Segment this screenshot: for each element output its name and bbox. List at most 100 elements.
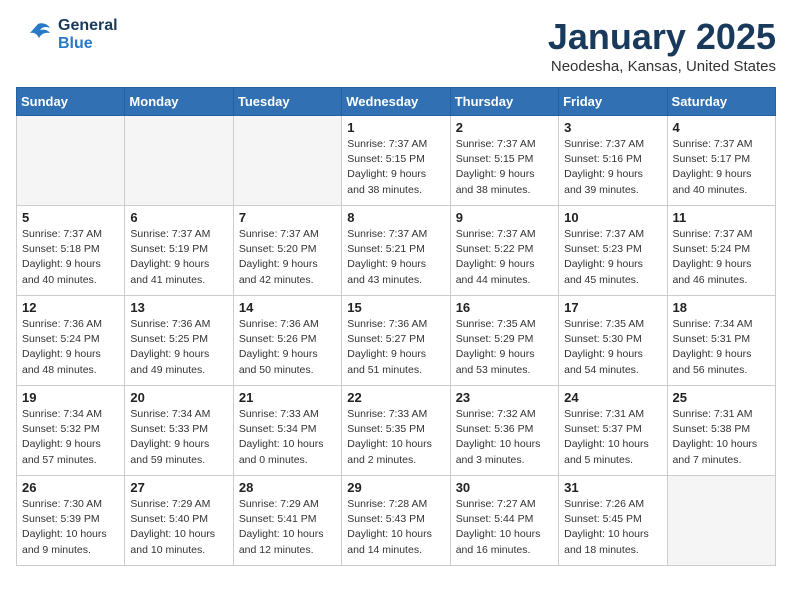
day-number: 12 bbox=[22, 300, 119, 315]
day-info: Sunrise: 7:37 AM Sunset: 5:15 PM Dayligh… bbox=[347, 137, 444, 198]
day-cell-25: 25 Sunrise: 7:31 AM Sunset: 5:38 PM Dayli… bbox=[667, 386, 775, 476]
day-number: 1 bbox=[347, 120, 444, 135]
page-header: General Blue January 2025 Neodesha, Kans… bbox=[16, 16, 776, 75]
day-number: 10 bbox=[564, 210, 661, 225]
day-info: Sunrise: 7:28 AM Sunset: 5:43 PM Dayligh… bbox=[347, 497, 444, 558]
day-number: 22 bbox=[347, 390, 444, 405]
day-number: 6 bbox=[130, 210, 227, 225]
day-number: 3 bbox=[564, 120, 661, 135]
weekday-header-sunday: Sunday bbox=[17, 88, 125, 116]
day-cell-18: 18Sunrise: 7:34 AM Sunset: 5:31 PM Dayli… bbox=[667, 296, 775, 386]
day-cell-1: 1 Sunrise: 7:37 AM Sunset: 5:15 PM Daylig… bbox=[342, 116, 450, 206]
logo-icon bbox=[16, 16, 54, 54]
day-number: 16 bbox=[456, 300, 553, 315]
day-cell-4: 4 Sunrise: 7:37 AM Sunset: 5:17 PM Daylig… bbox=[667, 116, 775, 206]
day-info: Sunrise: 7:35 AM Sunset: 5:29 PM Dayligh… bbox=[456, 317, 553, 378]
day-number: 7 bbox=[239, 210, 336, 225]
day-number: 14 bbox=[239, 300, 336, 315]
day-number: 2 bbox=[456, 120, 553, 135]
weekday-header-saturday: Saturday bbox=[667, 88, 775, 116]
day-info: Sunrise: 7:34 AM Sunset: 5:31 PM Dayligh… bbox=[673, 317, 770, 378]
day-info: Sunrise: 7:33 AM Sunset: 5:34 PM Dayligh… bbox=[239, 407, 336, 468]
day-number: 15 bbox=[347, 300, 444, 315]
day-number: 4 bbox=[673, 120, 770, 135]
day-cell-20: 20Sunrise: 7:34 AM Sunset: 5:33 PM Dayli… bbox=[125, 386, 233, 476]
day-cell-5: 5 Sunrise: 7:37 AM Sunset: 5:18 PM Daylig… bbox=[17, 206, 125, 296]
calendar-subtitle: Neodesha, Kansas, United States bbox=[548, 58, 776, 75]
day-cell-8: 8 Sunrise: 7:37 AM Sunset: 5:21 PM Daylig… bbox=[342, 206, 450, 296]
day-cell-6: 6 Sunrise: 7:37 AM Sunset: 5:19 PM Daylig… bbox=[125, 206, 233, 296]
day-number: 28 bbox=[239, 480, 336, 495]
day-number: 9 bbox=[456, 210, 553, 225]
day-cell-9: 9 Sunrise: 7:37 AM Sunset: 5:22 PM Daylig… bbox=[450, 206, 558, 296]
day-info: Sunrise: 7:36 AM Sunset: 5:25 PM Dayligh… bbox=[130, 317, 227, 378]
day-number: 24 bbox=[564, 390, 661, 405]
day-info: Sunrise: 7:31 AM Sunset: 5:37 PM Dayligh… bbox=[564, 407, 661, 468]
day-number: 13 bbox=[130, 300, 227, 315]
week-row-2: 5 Sunrise: 7:37 AM Sunset: 5:18 PM Daylig… bbox=[17, 206, 776, 296]
calendar-body: 1 Sunrise: 7:37 AM Sunset: 5:15 PM Daylig… bbox=[17, 116, 776, 566]
day-number: 5 bbox=[22, 210, 119, 225]
day-number: 30 bbox=[456, 480, 553, 495]
day-info: Sunrise: 7:33 AM Sunset: 5:35 PM Dayligh… bbox=[347, 407, 444, 468]
day-number: 26 bbox=[22, 480, 119, 495]
weekday-header-friday: Friday bbox=[559, 88, 667, 116]
day-info: Sunrise: 7:37 AM Sunset: 5:23 PM Dayligh… bbox=[564, 227, 661, 288]
calendar-header: SundayMondayTuesdayWednesdayThursdayFrid… bbox=[17, 88, 776, 116]
day-cell-23: 23 Sunrise: 7:32 AM Sunset: 5:36 PM Dayli… bbox=[450, 386, 558, 476]
logo-label: General Blue bbox=[58, 17, 118, 52]
day-cell-13: 13 Sunrise: 7:36 AM Sunset: 5:25 PM Dayli… bbox=[125, 296, 233, 386]
day-info: Sunrise: 7:37 AM Sunset: 5:17 PM Dayligh… bbox=[673, 137, 770, 198]
day-cell-31: 31Sunrise: 7:26 AM Sunset: 5:45 PM Dayli… bbox=[559, 476, 667, 566]
weekday-header-row: SundayMondayTuesdayWednesdayThursdayFrid… bbox=[17, 88, 776, 116]
day-cell-17: 17Sunrise: 7:35 AM Sunset: 5:30 PM Dayli… bbox=[559, 296, 667, 386]
day-cell-22: 22 Sunrise: 7:33 AM Sunset: 5:35 PM Dayli… bbox=[342, 386, 450, 476]
day-info: Sunrise: 7:32 AM Sunset: 5:36 PM Dayligh… bbox=[456, 407, 553, 468]
day-cell-10: 10 Sunrise: 7:37 AM Sunset: 5:23 PM Dayli… bbox=[559, 206, 667, 296]
day-number: 11 bbox=[673, 210, 770, 225]
day-info: Sunrise: 7:37 AM Sunset: 5:18 PM Dayligh… bbox=[22, 227, 119, 288]
day-info: Sunrise: 7:29 AM Sunset: 5:41 PM Dayligh… bbox=[239, 497, 336, 558]
weekday-header-thursday: Thursday bbox=[450, 88, 558, 116]
day-info: Sunrise: 7:36 AM Sunset: 5:26 PM Dayligh… bbox=[239, 317, 336, 378]
day-number: 19 bbox=[22, 390, 119, 405]
day-info: Sunrise: 7:37 AM Sunset: 5:19 PM Dayligh… bbox=[130, 227, 227, 288]
day-cell-19: 19 Sunrise: 7:34 AM Sunset: 5:32 PM Dayli… bbox=[17, 386, 125, 476]
day-cell-21: 21 Sunrise: 7:33 AM Sunset: 5:34 PM Dayli… bbox=[233, 386, 341, 476]
day-cell-16: 16 Sunrise: 7:35 AM Sunset: 5:29 PM Dayli… bbox=[450, 296, 558, 386]
day-number: 23 bbox=[456, 390, 553, 405]
day-info: Sunrise: 7:29 AM Sunset: 5:40 PM Dayligh… bbox=[130, 497, 227, 558]
day-cell-3: 3 Sunrise: 7:37 AM Sunset: 5:16 PM Daylig… bbox=[559, 116, 667, 206]
day-number: 25 bbox=[673, 390, 770, 405]
day-cell-26: 26Sunrise: 7:30 AM Sunset: 5:39 PM Dayli… bbox=[17, 476, 125, 566]
title-block: January 2025 Neodesha, Kansas, United St… bbox=[548, 16, 776, 75]
day-info: Sunrise: 7:31 AM Sunset: 5:38 PM Dayligh… bbox=[673, 407, 770, 468]
day-number: 31 bbox=[564, 480, 661, 495]
day-info: Sunrise: 7:34 AM Sunset: 5:32 PM Dayligh… bbox=[22, 407, 119, 468]
day-cell-15: 15 Sunrise: 7:36 AM Sunset: 5:27 PM Dayli… bbox=[342, 296, 450, 386]
day-cell-24: 24 Sunrise: 7:31 AM Sunset: 5:37 PM Dayli… bbox=[559, 386, 667, 476]
empty-cell bbox=[233, 116, 341, 206]
day-info: Sunrise: 7:37 AM Sunset: 5:24 PM Dayligh… bbox=[673, 227, 770, 288]
day-number: 17 bbox=[564, 300, 661, 315]
logo-blue-text: Blue bbox=[58, 35, 118, 53]
week-row-4: 19 Sunrise: 7:34 AM Sunset: 5:32 PM Dayli… bbox=[17, 386, 776, 476]
week-row-1: 1 Sunrise: 7:37 AM Sunset: 5:15 PM Daylig… bbox=[17, 116, 776, 206]
empty-cell bbox=[17, 116, 125, 206]
day-info: Sunrise: 7:37 AM Sunset: 5:16 PM Dayligh… bbox=[564, 137, 661, 198]
day-cell-2: 2Sunrise: 7:37 AM Sunset: 5:15 PM Daylig… bbox=[450, 116, 558, 206]
day-info: Sunrise: 7:37 AM Sunset: 5:22 PM Dayligh… bbox=[456, 227, 553, 288]
day-cell-14: 14 Sunrise: 7:36 AM Sunset: 5:26 PM Dayli… bbox=[233, 296, 341, 386]
weekday-header-monday: Monday bbox=[125, 88, 233, 116]
day-number: 21 bbox=[239, 390, 336, 405]
day-info: Sunrise: 7:37 AM Sunset: 5:21 PM Dayligh… bbox=[347, 227, 444, 288]
calendar-table: SundayMondayTuesdayWednesdayThursdayFrid… bbox=[16, 87, 776, 566]
day-info: Sunrise: 7:36 AM Sunset: 5:27 PM Dayligh… bbox=[347, 317, 444, 378]
day-number: 8 bbox=[347, 210, 444, 225]
empty-cell bbox=[667, 476, 775, 566]
weekday-header-wednesday: Wednesday bbox=[342, 88, 450, 116]
day-number: 29 bbox=[347, 480, 444, 495]
day-cell-27: 27Sunrise: 7:29 AM Sunset: 5:40 PM Dayli… bbox=[125, 476, 233, 566]
empty-cell bbox=[125, 116, 233, 206]
day-cell-29: 29 Sunrise: 7:28 AM Sunset: 5:43 PM Dayli… bbox=[342, 476, 450, 566]
